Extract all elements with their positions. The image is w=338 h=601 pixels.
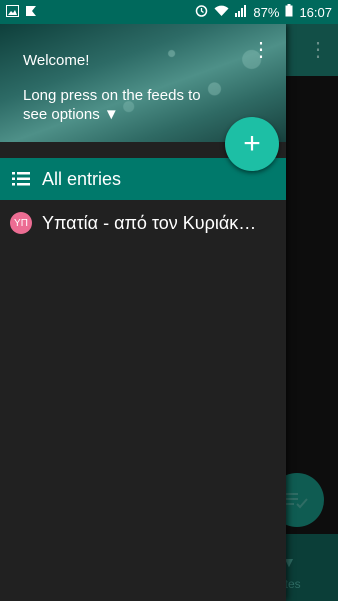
navigation-drawer: Welcome! Long press on the feeds to see … bbox=[0, 24, 286, 601]
gallery-notification-icon bbox=[6, 4, 19, 20]
list-icon bbox=[12, 172, 30, 186]
status-bar: 87% 16:07 bbox=[0, 0, 338, 24]
feed-item[interactable]: ΥΠ Υπατία - από τον Κυριάκ… bbox=[0, 208, 286, 238]
signal-icon bbox=[235, 4, 247, 20]
status-bar-left bbox=[6, 4, 37, 20]
alarm-icon bbox=[195, 4, 208, 20]
welcome-text: Welcome! bbox=[23, 52, 90, 69]
hint-text: Long press on the feeds to see options ▼ bbox=[23, 87, 201, 123]
battery-percent: 87% bbox=[253, 4, 280, 20]
add-feed-button[interactable]: + bbox=[225, 117, 279, 171]
mark-read-icon bbox=[286, 493, 308, 509]
clock: 16:07 bbox=[299, 4, 332, 20]
battery-icon bbox=[285, 4, 293, 20]
overflow-menu-icon[interactable]: ⋮ bbox=[251, 38, 271, 62]
flag-notification-icon bbox=[25, 5, 37, 20]
status-bar-right: 87% 16:07 bbox=[195, 4, 332, 20]
background-overflow-menu-icon: ⋮ bbox=[308, 39, 328, 61]
all-entries-label: All entries bbox=[42, 168, 122, 189]
wifi-icon bbox=[214, 5, 229, 20]
feed-title: Υπατία - από τον Κυριάκ… bbox=[42, 212, 257, 233]
feed-avatar: ΥΠ bbox=[10, 212, 32, 234]
